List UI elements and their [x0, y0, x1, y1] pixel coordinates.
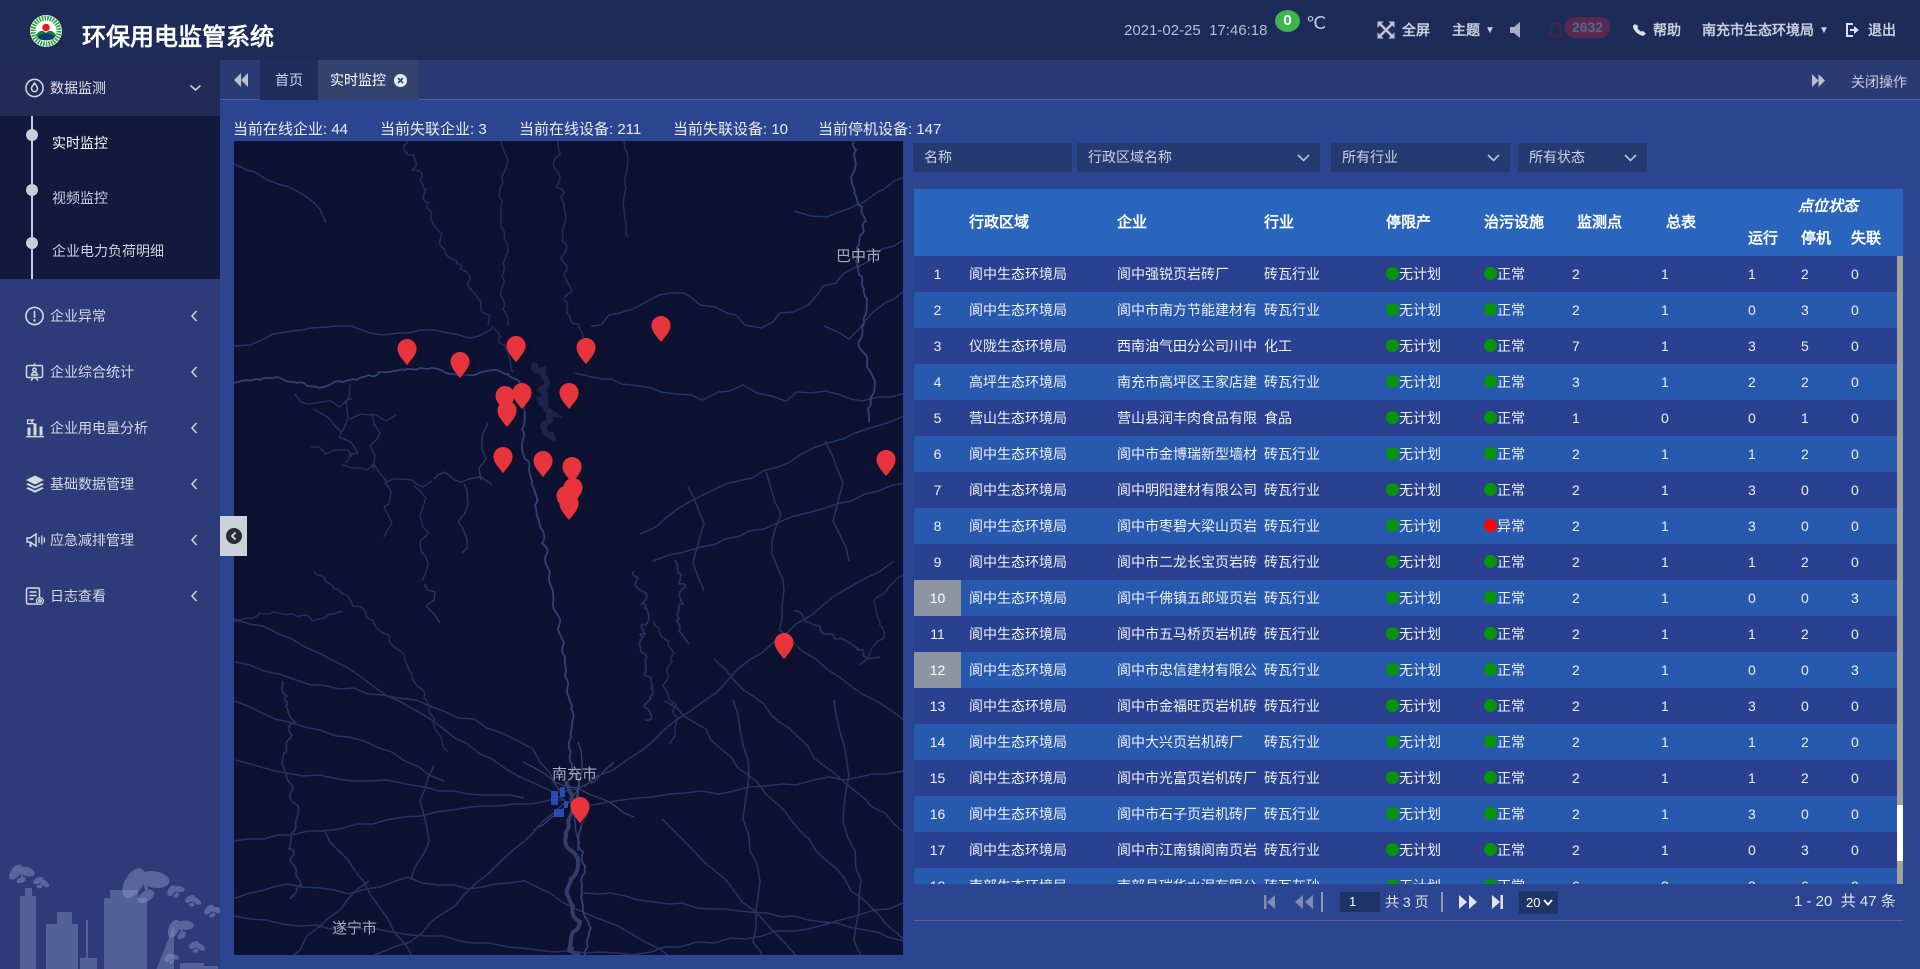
svg-text:遂宁市: 遂宁市: [332, 920, 377, 937]
svg-text:南充市: 南充市: [552, 766, 597, 783]
svg-text:巴中市: 巴中市: [836, 248, 881, 265]
